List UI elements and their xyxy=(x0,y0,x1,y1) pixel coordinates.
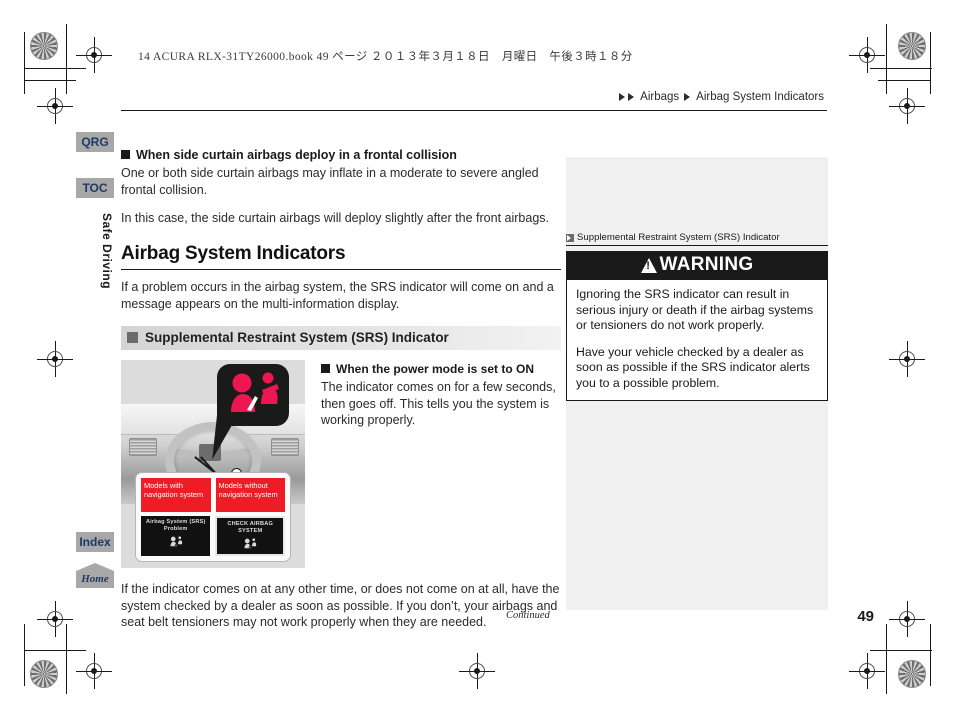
crop-mark xyxy=(24,80,76,81)
registration-target-bottom-center xyxy=(459,653,495,689)
screen-without-navigation: CHECK AIRBAG SYSTEM xyxy=(215,516,285,556)
crop-mark xyxy=(930,624,931,686)
srs-warning-icon-small-1 xyxy=(170,536,182,547)
side-note-caption: Supplemental Restraint System (SRS) Indi… xyxy=(566,232,828,246)
registration-target-left-mid xyxy=(37,341,73,377)
subsection-srs-indicator-label: Supplemental Restraint System (SRS) Indi… xyxy=(145,330,449,345)
paragraph-intro: If a problem occurs in the airbag system… xyxy=(121,280,554,311)
paragraph-power-mode: The indicator comes on for a few seconds… xyxy=(321,380,556,427)
continued-label: Continued xyxy=(506,610,550,621)
subheading-power-mode: When the power mode is set to ON xyxy=(321,362,561,376)
registration-circle-top-right xyxy=(898,32,926,60)
callout-balloon xyxy=(217,364,289,426)
crop-mark xyxy=(886,24,887,94)
warning-triangle-icon xyxy=(640,257,657,273)
warning-body: Ignoring the SRS indicator can result in… xyxy=(567,280,827,400)
bullet-square-icon xyxy=(121,150,130,159)
srs-warning-icon xyxy=(231,372,279,412)
registration-target-left-upper xyxy=(37,88,73,124)
crop-mark xyxy=(886,624,887,694)
bullet-square-icon-2 xyxy=(321,364,330,373)
side-note-panel: Supplemental Restraint System (SRS) Indi… xyxy=(566,157,828,610)
paragraph-side-curtain-2: In this case, the side curtain airbags w… xyxy=(121,211,549,225)
registration-target-bottom-right xyxy=(849,653,885,689)
air-vent-right-icon xyxy=(271,438,299,456)
arrow-icon-3 xyxy=(684,93,691,101)
subheading-power-mode-label: When the power mode is set to ON xyxy=(336,362,535,376)
page-number: 49 xyxy=(857,608,874,625)
registration-circle-bottom-left xyxy=(30,660,58,688)
sidebar-section-label: Safe Driving xyxy=(100,212,114,290)
page-title: Airbag System Indicators xyxy=(121,242,346,264)
screen-without-navigation-text: CHECK AIRBAG SYSTEM xyxy=(227,521,274,534)
breadcrumb-parent[interactable]: Airbags xyxy=(640,91,679,103)
double-arrow-icon-1 xyxy=(619,93,626,101)
air-vent-left-icon xyxy=(129,438,157,456)
crop-mark xyxy=(878,80,930,81)
registration-target-right-upper xyxy=(889,88,925,124)
crop-mark xyxy=(66,24,67,94)
sidebar-tab-toc[interactable]: TOC xyxy=(76,178,114,198)
crop-mark xyxy=(24,68,86,69)
breadcrumb: Airbags Airbag System Indicators xyxy=(619,91,827,103)
crop-mark xyxy=(66,624,67,694)
warning-header: WARNING xyxy=(567,252,827,280)
registration-target-top-left xyxy=(76,37,112,73)
srs-indicator-illustration: Models with navigation system Models wit… xyxy=(121,360,305,568)
model-comparison-panel: Models with navigation system Models wit… xyxy=(135,472,291,562)
warning-box: WARNING Ignoring the SRS indicator can r… xyxy=(566,251,828,401)
crop-mark xyxy=(24,624,25,686)
registration-target-right-mid xyxy=(889,341,925,377)
warning-paragraph-2: Have your vehicle checked by a dealer as… xyxy=(576,344,810,390)
warning-title: WARNING xyxy=(659,254,754,275)
sidebar-tab-index[interactable]: Index xyxy=(76,532,114,552)
header-rule xyxy=(121,110,827,111)
warning-paragraph-1: Ignoring the SRS indicator can result in… xyxy=(576,287,814,332)
registration-target-top-right xyxy=(849,37,885,73)
crop-mark xyxy=(870,650,932,651)
registration-circle-top-left xyxy=(30,32,58,60)
home-button[interactable]: Home xyxy=(76,563,114,588)
bullet-square-gray-icon xyxy=(127,332,138,343)
paragraph-side-curtain-1: One or both side curtain airbags may inf… xyxy=(121,166,539,197)
registration-target-right-lower xyxy=(889,601,925,637)
power-mode-block: When the power mode is set to ON The ind… xyxy=(321,360,561,568)
print-header: 14 ACURA RLX-31TY26000.book 49 ページ ２０１３年… xyxy=(138,51,633,63)
crop-mark xyxy=(24,32,25,94)
screen-with-navigation: Airbag System (SRS) Problem xyxy=(141,516,211,556)
breadcrumb-current: Airbag System Indicators xyxy=(696,91,824,103)
registration-target-bottom-left xyxy=(76,653,112,689)
sidebar-tab-qrg[interactable]: QRG xyxy=(76,132,114,152)
crop-mark xyxy=(24,650,86,651)
label-models-with-navigation: Models with navigation system xyxy=(141,478,211,512)
subheading-side-curtain: When side curtain airbags deploy in a fr… xyxy=(121,148,561,162)
figure-row: Models with navigation system Models wit… xyxy=(121,360,561,568)
srs-warning-icon-small-2 xyxy=(244,538,257,549)
registration-circle-bottom-right xyxy=(898,660,926,688)
crop-mark xyxy=(930,32,931,94)
reference-marker-icon xyxy=(566,233,574,242)
screen-with-navigation-text: Airbag System (SRS) Problem xyxy=(145,519,206,532)
main-content: When side curtain airbags deploy in a fr… xyxy=(121,148,561,631)
subsection-srs-indicator: Supplemental Restraint System (SRS) Indi… xyxy=(121,326,561,350)
double-arrow-icon-2 xyxy=(628,93,635,101)
side-note-caption-label: Supplemental Restraint System (SRS) Indi… xyxy=(577,232,780,243)
paragraph-indicator-troubleshooting: If the indicator comes on at any other t… xyxy=(121,582,560,629)
model-label-row: Models with navigation system Models wit… xyxy=(141,478,285,512)
label-models-without-navigation: Models without navigation system xyxy=(215,478,285,512)
registration-target-left-lower xyxy=(37,601,73,637)
title-rule xyxy=(121,268,561,270)
crop-mark xyxy=(870,68,932,69)
subheading-side-curtain-label: When side curtain airbags deploy in a fr… xyxy=(136,148,457,162)
display-screen-row: Airbag System (SRS) Problem CHECK AIRBAG… xyxy=(141,516,285,556)
